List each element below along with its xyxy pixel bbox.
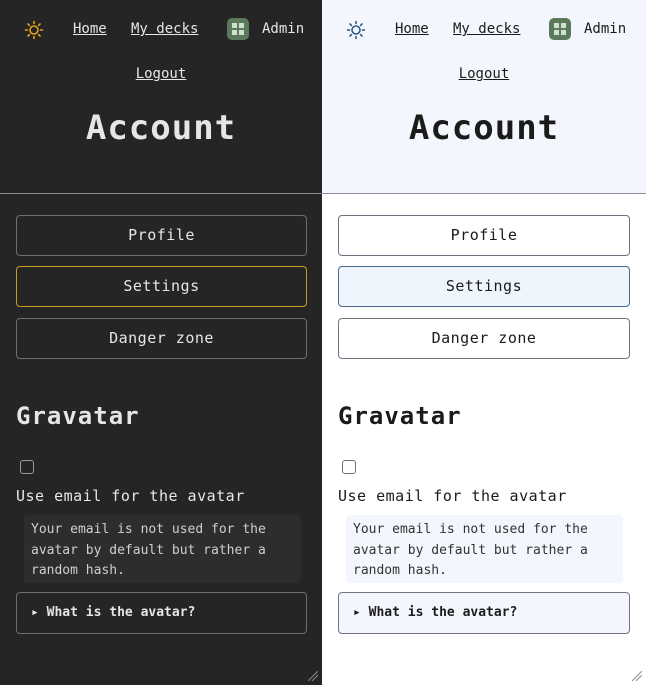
sun-icon[interactable]: [24, 20, 44, 40]
checkbox-label[interactable]: Use email for the avatar: [338, 487, 567, 505]
section-heading: Gravatar: [338, 402, 462, 430]
dark-theme-pane: Home My decks Admin Logout Account Profi…: [0, 0, 322, 685]
info-note: Your email is not used for the avatar by…: [24, 515, 301, 583]
tab-settings[interactable]: Settings: [16, 266, 307, 307]
sun-icon[interactable]: [346, 20, 366, 40]
header-divider: [322, 193, 646, 194]
avatar[interactable]: [549, 18, 571, 40]
user-name[interactable]: Admin: [584, 21, 626, 37]
checkbox-label[interactable]: Use email for the avatar: [16, 487, 245, 505]
logout-link[interactable]: Logout: [322, 66, 646, 82]
resize-handle-icon[interactable]: [308, 671, 318, 681]
tab-danger-zone[interactable]: Danger zone: [338, 318, 630, 359]
page-title: Account: [85, 108, 237, 148]
page-header: Home My decks Admin Logout Account: [0, 0, 322, 193]
nav-link-my-decks[interactable]: My decks: [453, 21, 520, 37]
avatar-details-toggle[interactable]: ▸ What is the avatar?: [338, 592, 630, 634]
top-nav: Home My decks Admin: [0, 18, 322, 42]
user-name[interactable]: Admin: [262, 21, 304, 37]
page-header: Home My decks Admin Logout Account: [322, 0, 646, 193]
avatar[interactable]: [227, 18, 249, 40]
tab-profile[interactable]: Profile: [16, 215, 307, 256]
page-title: Account: [408, 108, 560, 148]
use-email-avatar-checkbox[interactable]: [20, 460, 34, 474]
tab-danger-zone[interactable]: Danger zone: [16, 318, 307, 359]
tab-profile[interactable]: Profile: [338, 215, 630, 256]
top-nav: Home My decks Admin: [322, 18, 646, 42]
tab-settings[interactable]: Settings: [338, 266, 630, 307]
header-divider: [0, 193, 322, 194]
section-heading: Gravatar: [16, 402, 140, 430]
use-email-avatar-checkbox[interactable]: [342, 460, 356, 474]
light-theme-pane: Home My decks Admin Logout Account Profi…: [322, 0, 646, 685]
nav-link-home[interactable]: Home: [395, 21, 429, 37]
info-note: Your email is not used for the avatar by…: [346, 515, 623, 583]
resize-handle-icon[interactable]: [632, 671, 642, 681]
logout-link[interactable]: Logout: [0, 66, 322, 82]
nav-link-home[interactable]: Home: [73, 21, 107, 37]
avatar-details-toggle[interactable]: ▸ What is the avatar?: [16, 592, 307, 634]
nav-link-my-decks[interactable]: My decks: [131, 21, 198, 37]
